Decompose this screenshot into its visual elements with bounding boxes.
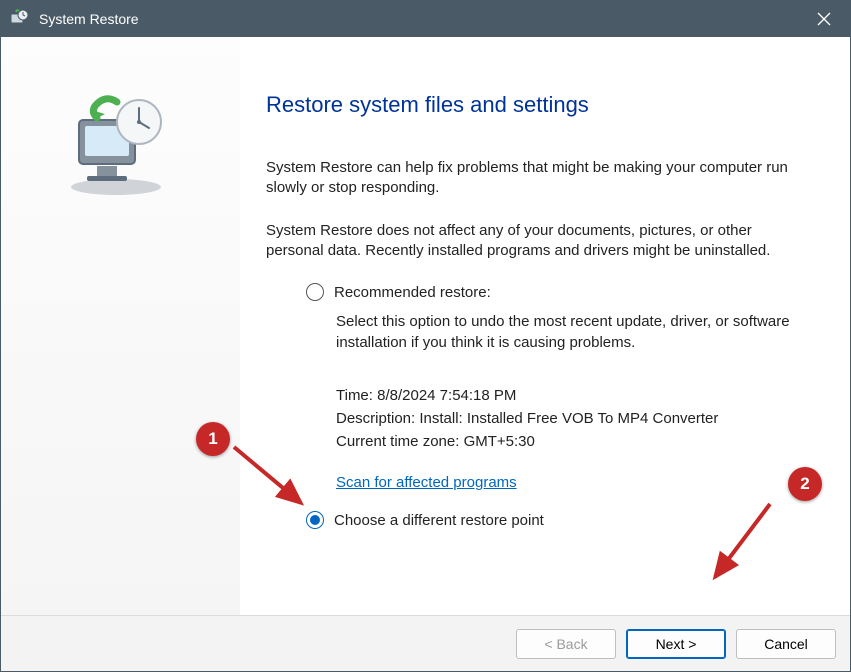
- restore-timezone-row: Current time zone: GMT+5:30: [336, 433, 810, 450]
- footer: < Back Next > Cancel: [1, 615, 850, 671]
- back-button: < Back: [516, 629, 616, 659]
- desc-label: Description:: [336, 410, 419, 427]
- annotation-arrow-2: [700, 499, 780, 589]
- close-icon: [817, 12, 831, 26]
- cancel-button[interactable]: Cancel: [736, 629, 836, 659]
- recommended-subtext: Select this option to undo the most rece…: [306, 311, 810, 353]
- annotation-badge-2: 2: [788, 467, 822, 501]
- time-label: Time:: [336, 387, 377, 404]
- intro-paragraph-1: System Restore can help fix problems tha…: [266, 158, 810, 199]
- restore-illustration-icon: [61, 92, 181, 206]
- restore-description-row: Description: Install: Installed Free VOB…: [336, 410, 810, 427]
- radio-recommended-label: Recommended restore:: [334, 284, 491, 301]
- radio-different-label: Choose a different restore point: [334, 512, 544, 529]
- tz-value: GMT+5:30: [464, 433, 535, 450]
- next-button[interactable]: Next >: [626, 629, 726, 659]
- restore-time-row: Time: 8/8/2024 7:54:18 PM: [336, 387, 810, 404]
- system-restore-icon: [7, 7, 31, 31]
- radio-icon: [306, 283, 324, 301]
- main-content: Restore system files and settings System…: [241, 37, 850, 615]
- annotation-arrow-1: [229, 437, 319, 517]
- sidebar: [1, 37, 241, 615]
- tz-label: Current time zone:: [336, 433, 464, 450]
- annotation-badge-1: 1: [196, 422, 230, 456]
- page-heading: Restore system files and settings: [266, 92, 810, 118]
- titlebar: System Restore: [1, 1, 850, 37]
- desc-value: Install: Installed Free VOB To MP4 Conve…: [419, 410, 718, 427]
- intro-paragraph-2: System Restore does not affect any of yo…: [266, 221, 810, 262]
- window-title: System Restore: [39, 11, 804, 27]
- scan-affected-programs-link[interactable]: Scan for affected programs: [336, 474, 517, 491]
- radio-recommended-restore[interactable]: Recommended restore:: [306, 283, 810, 301]
- close-button[interactable]: [804, 1, 844, 37]
- time-value: 8/8/2024 7:54:18 PM: [377, 387, 516, 404]
